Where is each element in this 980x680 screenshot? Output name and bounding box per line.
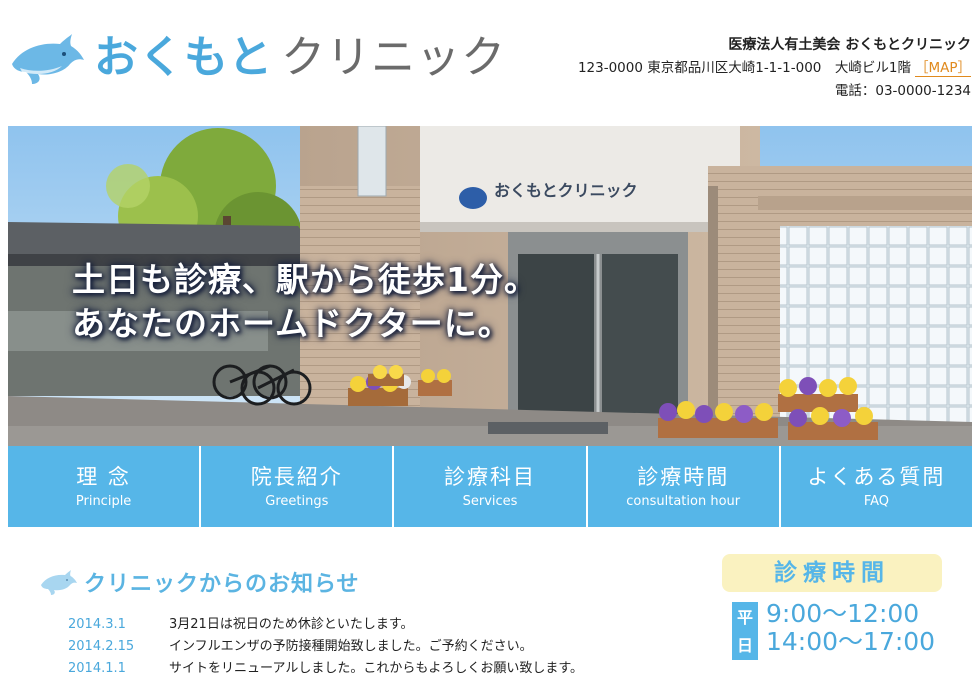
nav-label-en: Greetings — [265, 494, 329, 509]
news-date: 2014.1.1 — [68, 661, 126, 676]
news-text: 3月21日は祝日のため休診といたします。 — [169, 617, 414, 632]
hero-headline: 土日も診療、駅から徒歩1分。 あなたのホームドクターに。 — [72, 258, 538, 346]
nav-label-ja: 診療時間 — [637, 465, 730, 489]
nav-faq[interactable]: よくある質問 FAQ — [781, 446, 972, 527]
dolphin-icon — [41, 570, 77, 595]
news-item[interactable]: 2014.1.1 サイトをリニューアルしました。これからもよろしくお願い致します… — [68, 658, 678, 680]
news-text: サイトをリニューアルしました。これからもよろしくお願い致します。 — [169, 661, 584, 676]
news-text: インフルエンザの予防接種開始致しました。ご予約ください。 — [169, 639, 533, 654]
hero-line-2: あなたのホームドクターに。 — [72, 304, 512, 343]
news-item[interactable]: 2014.2.15 インフルエンザの予防接種開始致しました。ご予約ください。 — [68, 636, 678, 658]
hero-image: おくもとクリニック 土日も診療、駅から徒歩1分。 あなたのホームドクターに。 — [8, 126, 972, 446]
nav-services[interactable]: 診療科目 Services — [394, 446, 588, 527]
nav-label-en: Services — [462, 494, 518, 509]
building-sign: おくもとクリニック — [494, 181, 638, 200]
clinic-info: 医療法人有土美会 おくもとクリニック 123-0000 東京都品川区大崎1-1-… — [578, 34, 971, 103]
morning-hours: 9:00～12:00 — [766, 599, 920, 628]
phone: 電話：03-0000-1234 — [834, 83, 971, 99]
address: 123-0000 東京都品川区大崎1-1-1-000 大崎ビル1階 — [577, 60, 911, 76]
nav-label-ja: 院長紹介 — [250, 465, 343, 489]
hero-line-1: 土日も診療、駅から徒歩1分。 — [72, 260, 538, 299]
weekday-tag-char: 日 — [736, 636, 753, 655]
nav-label-en: consultation hour — [626, 494, 741, 509]
news-section: クリニックからのお知らせ 2014.3.1 3月21日は祝日のため休診といたしま… — [38, 566, 678, 680]
hours-body: 平日 9:00～12:00 14:00～17:00 — [722, 600, 942, 672]
site-header: おくもと クリニック 医療法人有土美会 おくもとクリニック 123-0000 東… — [0, 0, 980, 120]
news-title: クリニックからのお知らせ — [84, 572, 360, 597]
news-date: 2014.2.15 — [68, 639, 135, 654]
consultation-hours-panel: 診療時間 平日 9:00～12:00 14:00～17:00 — [722, 554, 942, 672]
logo-text-blue: おくもと — [94, 32, 274, 83]
weekday-tag: 平日 — [732, 602, 758, 660]
nav-label-en: FAQ — [863, 494, 889, 509]
news-date: 2014.3.1 — [68, 617, 126, 632]
nav-label-ja: よくある質問 — [807, 465, 946, 489]
address-line: 123-0000 東京都品川区大崎1-1-1-000 大崎ビル1階 ［MAP］ — [578, 57, 971, 80]
afternoon-hours: 14:00～17:00 — [766, 627, 936, 656]
nav-label-ja: 診療科目 — [444, 465, 536, 489]
dolphin-icon — [12, 34, 84, 84]
nav-greetings[interactable]: 院長紹介 Greetings — [201, 446, 395, 527]
news-list: 2014.3.1 3月21日は祝日のため休診といたします。 2014.2.15 … — [38, 614, 678, 680]
nav-label-en: Principle — [75, 494, 132, 509]
news-item[interactable]: 2014.3.1 3月21日は祝日のため休診といたします。 — [68, 614, 678, 636]
nav-consultation-hour[interactable]: 診療時間 consultation hour — [588, 446, 781, 527]
hours-title: 診療時間 — [722, 554, 942, 592]
weekday-tag-char: 平 — [736, 608, 753, 627]
org-name: 医療法人有土美会 おくもとクリニック — [728, 37, 971, 53]
main-nav: 理 念 Principle 院長紹介 Greetings 診療科目 Servic… — [8, 446, 972, 527]
map-link[interactable]: ［MAP］ — [914, 60, 971, 77]
nav-principle[interactable]: 理 念 Principle — [8, 446, 202, 527]
news-heading: クリニックからのお知らせ — [38, 566, 678, 598]
nav-label-ja: 理 念 — [76, 465, 131, 489]
logo-text-gray: クリニック — [281, 32, 507, 83]
clinic-logo[interactable]: おくもと クリニック — [8, 30, 506, 86]
hours-times: 9:00～12:00 14:00～17:00 — [766, 600, 935, 656]
